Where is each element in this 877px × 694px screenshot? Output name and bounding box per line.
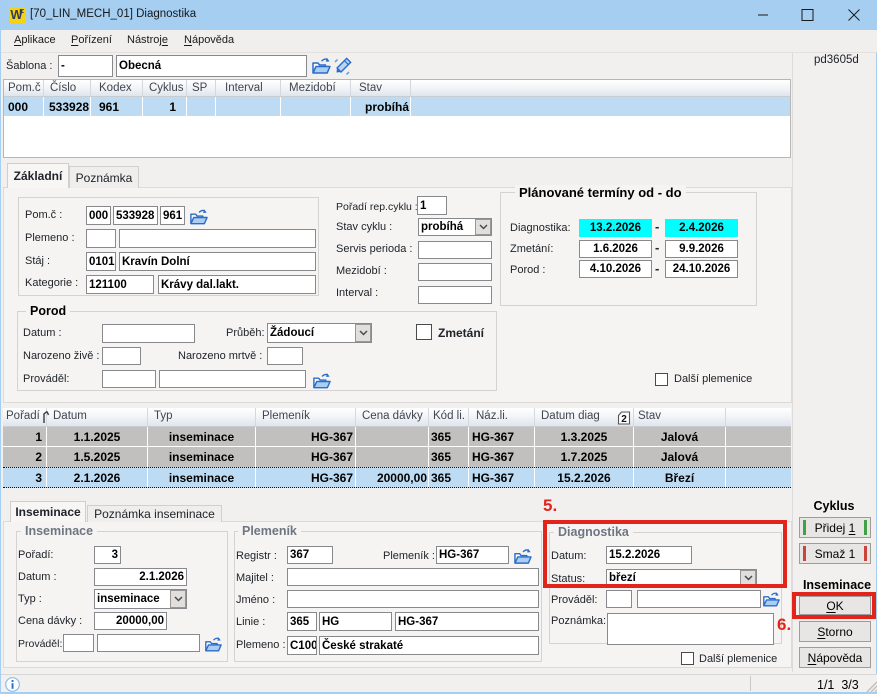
- svg-text:2: 2: [621, 414, 627, 425]
